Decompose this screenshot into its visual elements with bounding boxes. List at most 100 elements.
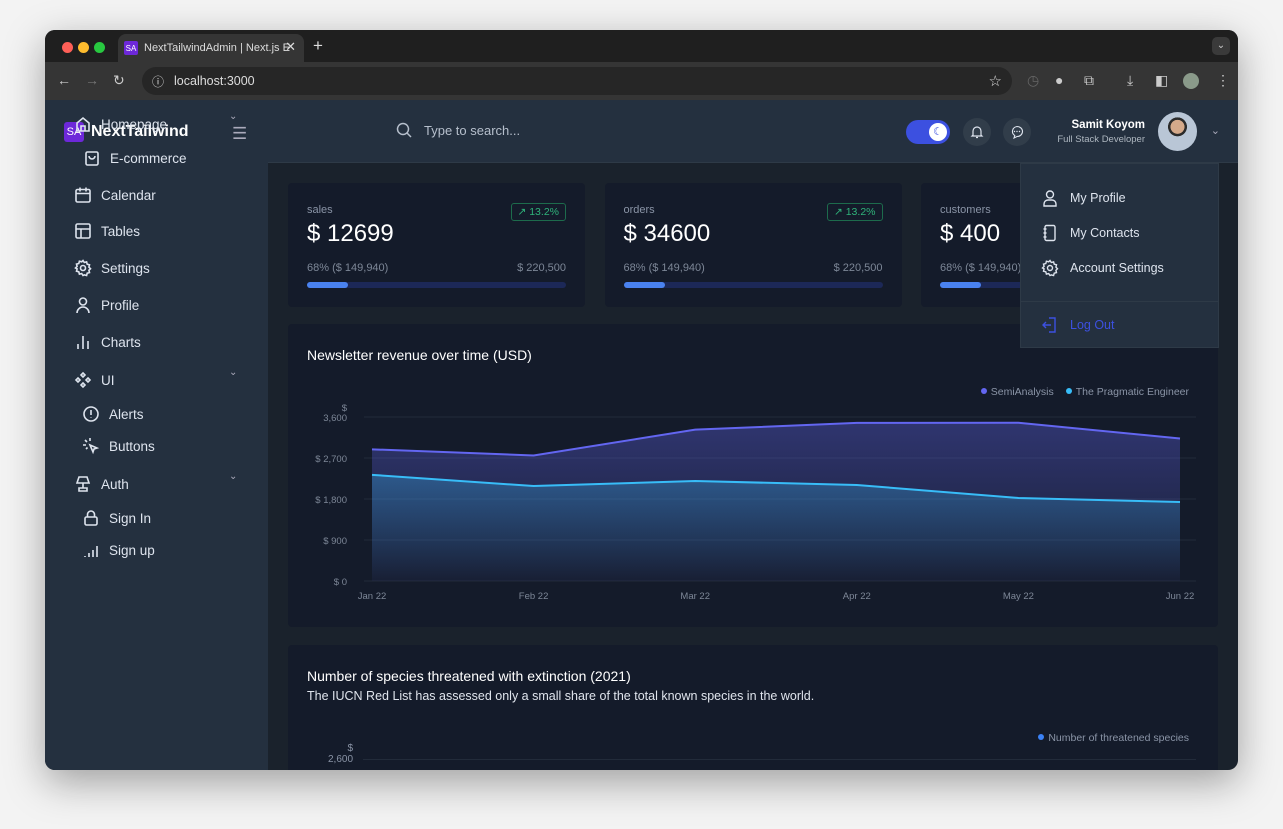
- new-tab-button[interactable]: +: [313, 36, 323, 56]
- progress-text: 68% ($ 149,940): [623, 262, 705, 274]
- chevron-down-icon[interactable]: ⌄: [229, 111, 237, 122]
- stat-total: $ 220,500: [833, 262, 883, 274]
- sidebar-item-profile[interactable]: Profile: [74, 296, 139, 314]
- trend-badge: ↗ 13.2%: [510, 203, 566, 221]
- bag-icon: [85, 151, 99, 166]
- close-window-button[interactable]: [62, 42, 73, 53]
- sidebar-item-label: Tables: [101, 223, 141, 239]
- minimize-window-button[interactable]: [78, 42, 89, 53]
- progress-fill: [307, 282, 349, 288]
- sidebar-item-sign-in[interactable]: Sign In: [82, 509, 151, 527]
- sidepanel-icon[interactable]: ◧: [1155, 72, 1168, 89]
- progress-fill: [623, 282, 665, 288]
- sidebar-item-alerts[interactable]: Alerts: [82, 405, 144, 423]
- browser-tab[interactable]: SA NextTailwindAdmin | Next.js E ✕: [118, 34, 304, 62]
- profile-avatar-icon[interactable]: [1183, 73, 1199, 89]
- sidebar-item-calendar[interactable]: Calendar: [74, 186, 156, 204]
- sidebar-item-auth[interactable]: Auth: [74, 475, 129, 493]
- extensions-puzzle-icon[interactable]: ⧉: [1084, 72, 1094, 89]
- back-icon[interactable]: ←: [57, 72, 71, 88]
- home-icon: [76, 116, 90, 132]
- legend-threatened-species[interactable]: Number of threatened species: [1038, 732, 1189, 744]
- user-role: Full Stack Developer: [1057, 134, 1145, 145]
- species-chart-card: Number of species threatened with extinc…: [288, 645, 1218, 770]
- menu-toggle-icon[interactable]: ☰: [232, 124, 247, 144]
- y-axis-label: $2,600: [328, 743, 353, 765]
- messages-button[interactable]: [1003, 118, 1031, 146]
- lock-icon: [84, 510, 98, 526]
- download-icon[interactable]: ⤓: [1127, 72, 1133, 89]
- sidebar-item-ui[interactable]: UI: [74, 371, 115, 389]
- user-icon: [1043, 190, 1057, 207]
- tab-title: NextTailwindAdmin | Next.js E: [144, 42, 290, 54]
- favicon: SA: [124, 41, 138, 55]
- extension-owl-icon[interactable]: ●: [1055, 72, 1063, 88]
- x-tick-label: May 22: [1003, 591, 1034, 602]
- maximize-window-button[interactable]: [94, 42, 105, 53]
- notifications-button[interactable]: [963, 118, 991, 146]
- menu-item-my-contacts[interactable]: My Contacts: [1041, 224, 1139, 242]
- sidebar-item-settings[interactable]: Settings: [74, 259, 150, 277]
- dark-mode-toggle[interactable]: ☾: [906, 120, 950, 144]
- sidebar-item-label: Calendar: [101, 187, 156, 203]
- extension-icon[interactable]: ◷: [1027, 72, 1039, 89]
- stat-label: orders: [623, 204, 655, 216]
- chevron-down-icon[interactable]: ⌄: [1211, 124, 1220, 137]
- sidebar-item-buttons[interactable]: Buttons: [82, 437, 155, 455]
- x-tick-label: Jun 22: [1166, 591, 1195, 602]
- tab-search-button[interactable]: ⌄: [1212, 37, 1230, 55]
- divider: [1021, 301, 1218, 302]
- logout-button[interactable]: Log Out: [1041, 316, 1114, 334]
- sidebar-item-sign-up[interactable]: Sign up: [82, 541, 155, 559]
- sidebar-item-label: Profile: [101, 297, 140, 313]
- tab-bar: SA NextTailwindAdmin | Next.js E ✕ + ⌄: [45, 30, 1238, 62]
- stat-label: sales: [307, 204, 333, 216]
- chart-title: Number of species threatened with extinc…: [307, 668, 631, 684]
- trend-badge: ↗ 13.2%: [827, 203, 883, 221]
- search-bar[interactable]: Type to search...: [396, 122, 520, 138]
- url-field[interactable]: ⓘ localhost:3000 ☆: [142, 67, 1012, 95]
- moon-icon: ☾: [929, 123, 947, 141]
- y-tick-label: 2,600: [328, 754, 354, 765]
- stat-total: $ 220,500: [517, 262, 566, 274]
- sidebar-item-label: E-commerce: [110, 150, 187, 166]
- top-header: Type to search... ☾ Samit Koyom Full Sta…: [268, 100, 1238, 163]
- search-input[interactable]: Type to search...: [424, 123, 520, 138]
- progress-bar: [307, 282, 566, 288]
- sidebar-item-e-commerce[interactable]: E-commerce: [83, 149, 187, 167]
- forward-icon[interactable]: →: [85, 72, 99, 88]
- avatar[interactable]: [1158, 112, 1197, 151]
- chart-subtitle: The IUCN Red List has assessed only a sm…: [307, 689, 815, 703]
- close-tab-icon[interactable]: ✕: [285, 39, 296, 55]
- x-tick-label: Apr 22: [843, 591, 871, 602]
- chevron-down-icon[interactable]: ⌄: [229, 367, 237, 378]
- sidebar-item-tables[interactable]: Tables: [74, 222, 140, 240]
- browser-window: SA NextTailwindAdmin | Next.js E ✕ + ⌄ ←…: [45, 30, 1238, 770]
- chart-legend: Number of threatened species: [1038, 732, 1189, 744]
- sidebar-item-label: Buttons: [109, 438, 155, 454]
- table-icon: [75, 223, 91, 239]
- user-icon: [76, 297, 90, 314]
- sidebar-item-homepage[interactable]: Homepage: [74, 115, 167, 133]
- alert-circle-icon: [83, 406, 99, 422]
- y-tick-label: $ 1,800: [315, 495, 347, 506]
- y-tick-label: $ 0: [334, 577, 347, 588]
- menu-item-account-settings[interactable]: Account Settings: [1041, 259, 1164, 277]
- sidebar-item-label: Alerts: [109, 406, 144, 422]
- menu-kebab-icon[interactable]: ⋮: [1216, 72, 1230, 89]
- gear-icon: [74, 259, 92, 277]
- y-axis-unit: $: [342, 403, 348, 414]
- sidebar-item-label: Settings: [101, 260, 150, 276]
- reload-icon[interactable]: ↻: [113, 72, 125, 89]
- menu-item-my-profile[interactable]: My Profile: [1041, 189, 1126, 207]
- bookmark-star-icon[interactable]: ☆: [989, 72, 1002, 90]
- site-info-icon[interactable]: ⓘ: [152, 73, 164, 90]
- y-tick-label: $ 900: [323, 536, 347, 547]
- user-info[interactable]: Samit Koyom Full Stack Developer: [1057, 119, 1145, 145]
- sidebar-item-charts[interactable]: Charts: [74, 333, 141, 351]
- y-axis-unit: $: [347, 743, 354, 754]
- components-icon: [74, 371, 92, 389]
- chevron-down-icon[interactable]: ⌄: [229, 471, 237, 482]
- stat-card-orders: orders $ 34600 ↗ 13.2% 68% ($ 149,940) $ 220…: [604, 183, 902, 307]
- gear-icon: [1041, 259, 1059, 277]
